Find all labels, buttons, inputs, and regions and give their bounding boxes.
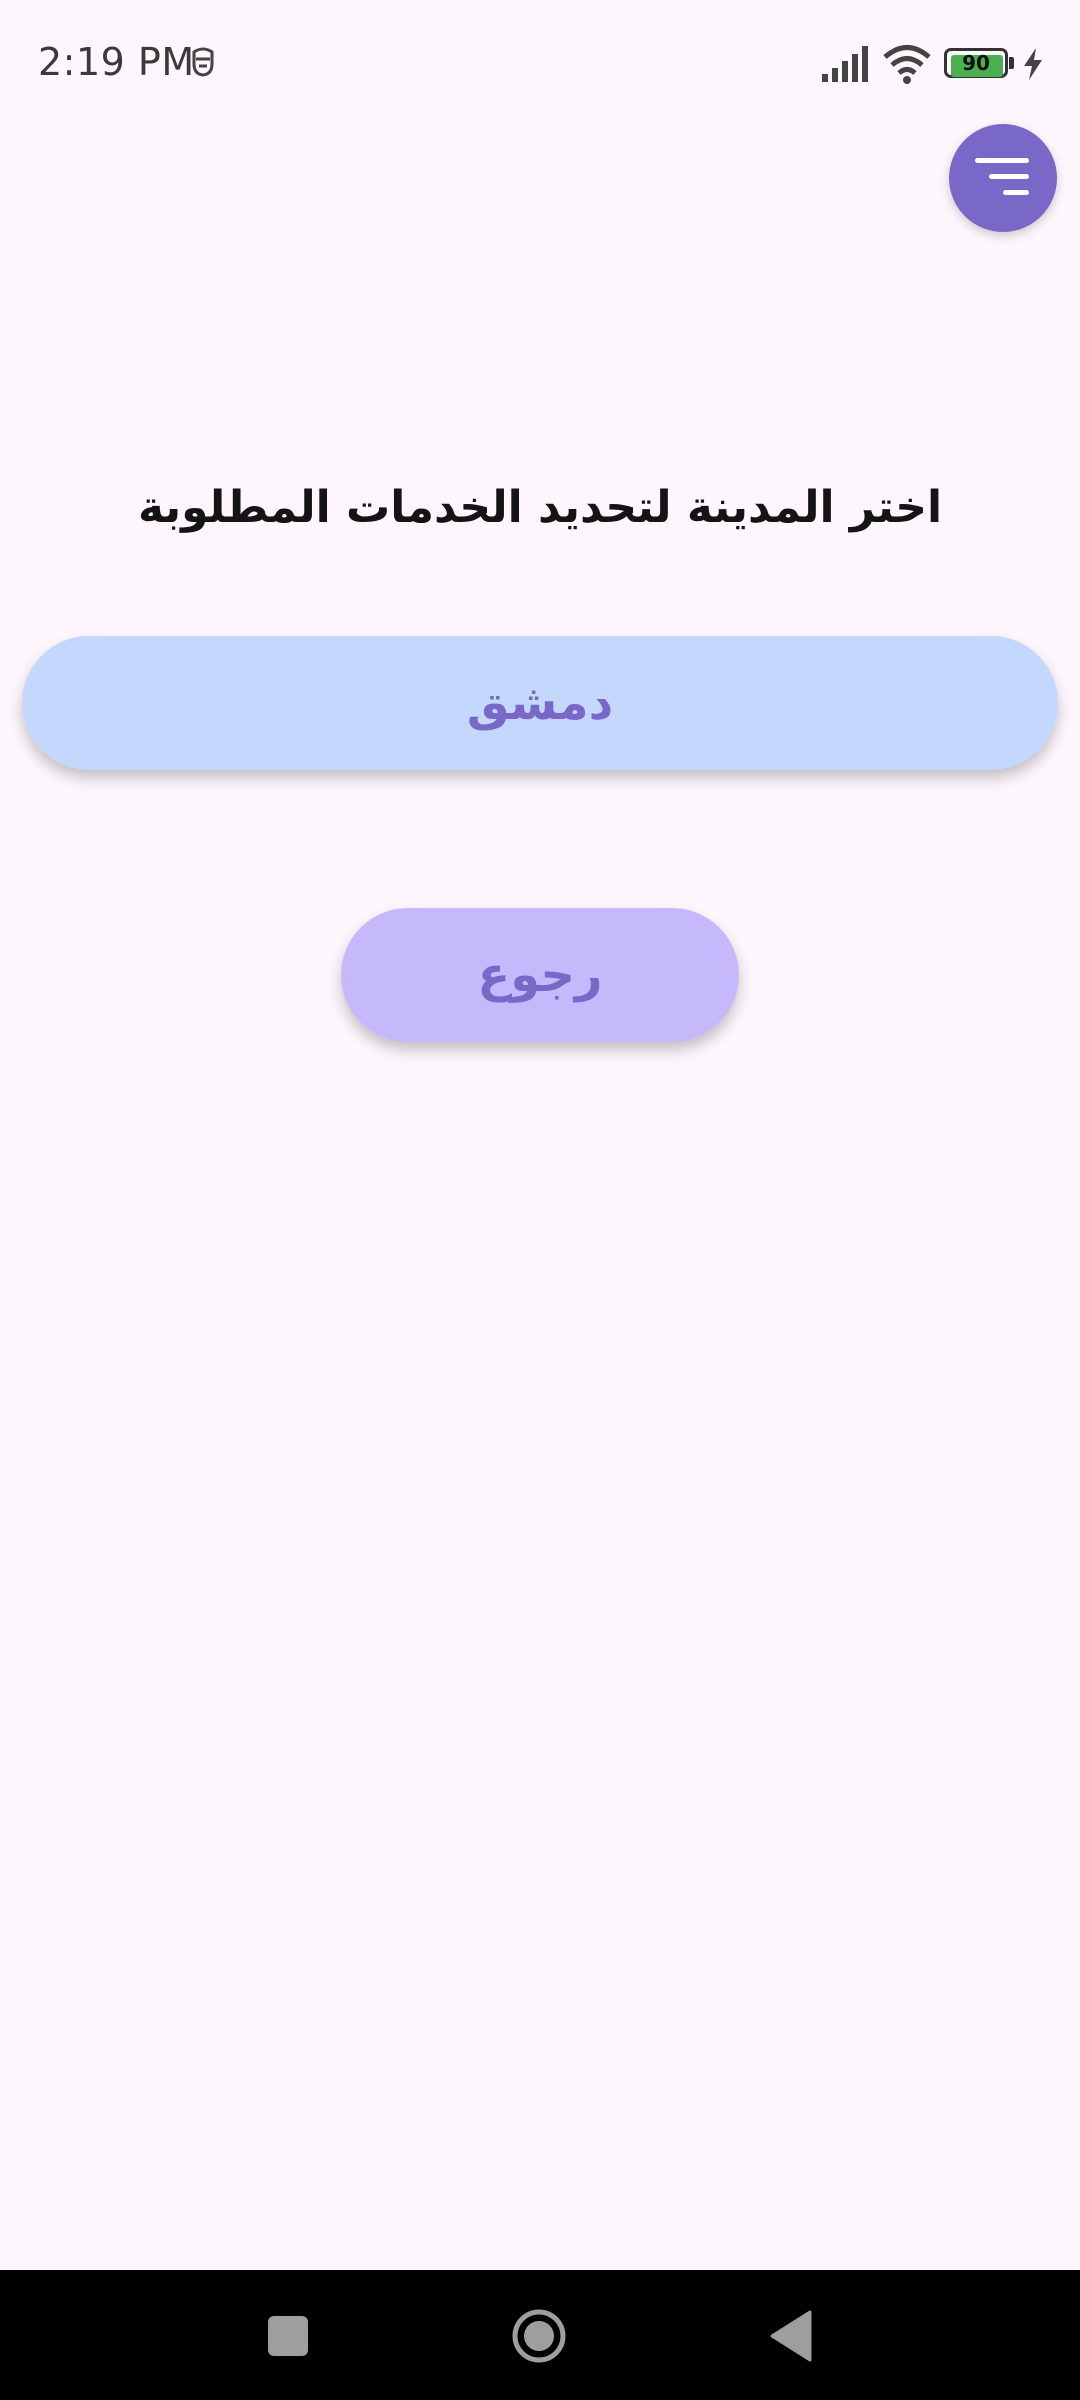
recents-icon[interactable] <box>268 2316 308 2356</box>
navigation-bar <box>0 2270 1080 2400</box>
charging-icon <box>1024 48 1042 80</box>
menu-filter-icon <box>975 158 1029 195</box>
menu-fab-button[interactable] <box>949 124 1057 232</box>
battery-icon: 90 <box>944 48 1016 80</box>
page-title: اختر المدينة لتحديد الخدمات المطلوبة <box>137 482 943 533</box>
screen: 2:19 PM 90 اختر المدينة لتحديد الخدمات ا… <box>0 0 1080 2400</box>
signal-icon <box>822 46 868 82</box>
status-bar: 2:19 PM 90 <box>0 0 1080 130</box>
city-damascus-button[interactable]: دمشق <box>22 636 1058 770</box>
wifi-icon <box>883 45 931 84</box>
battery-tip <box>1009 57 1014 69</box>
back-icon[interactable] <box>768 2310 812 2362</box>
home-icon[interactable] <box>511 2308 567 2364</box>
status-time: 2:19 PM <box>38 40 195 84</box>
battery-level: 90 <box>962 51 990 75</box>
notification-icon <box>192 47 214 77</box>
back-button[interactable]: رجوع <box>341 908 739 1042</box>
